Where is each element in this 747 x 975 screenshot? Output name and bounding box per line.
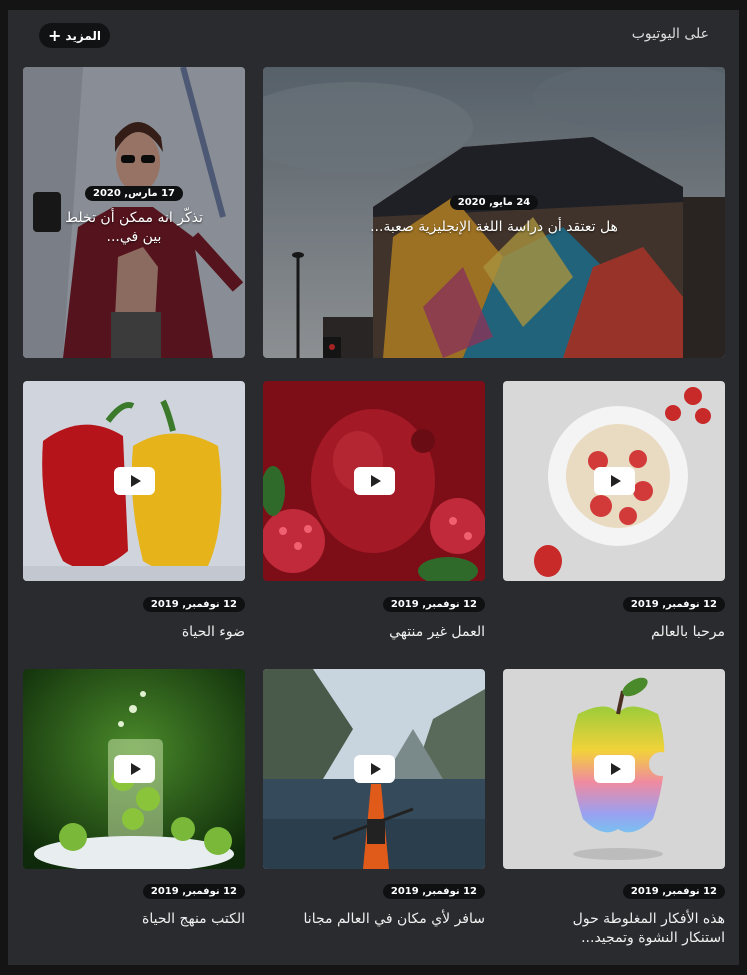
video-date: 12 نوفمبر, 2019 [382,884,485,899]
play-icon [130,475,141,487]
video-title-line: هذه الأفكار المغلوطة حول [572,911,725,927]
play-icon [130,763,141,775]
widget-title: على اليوتيوب [631,26,709,42]
video-thumbnail[interactable] [263,669,485,869]
play-button[interactable] [354,755,395,783]
more-button[interactable]: المزيد + [39,23,110,48]
play-icon [370,763,381,775]
plus-icon: + [48,25,62,45]
video-title-line: استنكار النشوة وتمجيد... [581,930,725,946]
video-thumbnail[interactable] [503,381,725,581]
video-date: 12 نوفمبر, 2019 [382,597,485,612]
play-button[interactable] [594,755,635,783]
video-date: 12 نوفمبر, 2019 [142,597,245,612]
widget-header: على اليوتيوب المزيد + [8,10,739,62]
post-date: 24 مايو, 2020 [449,195,539,210]
video-thumbnail[interactable] [23,381,245,581]
video-thumbnail[interactable] [503,669,725,869]
video-date: 12 نوفمبر, 2019 [622,884,725,899]
play-button[interactable] [114,467,155,495]
hero-meta: 24 مايو, 2020 هل تعتقد أن دراسة اللغة ال… [263,195,725,237]
post-title-line: تذكّر انه ممكن أن تخلط [65,210,203,226]
youtube-widget: على اليوتيوب المزيد + 24 مايو, 2020 هل ت… [8,10,739,965]
hero-post-small[interactable]: 17 مارس, 2020 تذكّر انه ممكن أن تخلط بين… [23,67,245,358]
post-title-line: بين في... [106,229,162,245]
play-button[interactable] [354,467,395,495]
video-thumbnail[interactable] [263,381,485,581]
video-thumbnail[interactable] [23,669,245,869]
post-title[interactable]: تذكّر انه ممكن أن تخلط بين في... [65,209,203,247]
play-icon [610,763,621,775]
play-icon [610,475,621,487]
play-icon [370,475,381,487]
post-date: 17 مارس, 2020 [84,186,184,201]
post-title[interactable]: هل تعتقد أن دراسة اللغة الإنجليزية صعبة.… [370,218,618,237]
video-date: 12 نوفمبر, 2019 [142,884,245,899]
play-button[interactable] [594,467,635,495]
video-title[interactable]: العمل غير منتهي [263,623,485,642]
more-label: المزيد [65,28,101,43]
video-title[interactable]: هذه الأفكار المغلوطة حول استنكار النشوة … [503,910,725,948]
video-date: 12 نوفمبر, 2019 [622,597,725,612]
hero-post-large[interactable]: 24 مايو, 2020 هل تعتقد أن دراسة اللغة ال… [263,67,725,358]
play-button[interactable] [114,755,155,783]
hero-meta: 17 مارس, 2020 تذكّر انه ممكن أن تخلط بين… [23,186,245,247]
video-title[interactable]: سافر لأي مكان في العالم مجانا [263,910,485,929]
video-title[interactable]: مرحبا بالعالم [503,623,725,642]
video-title[interactable]: الكتب منهج الحياة [23,910,245,929]
video-title[interactable]: ضوء الحياة [23,623,245,642]
